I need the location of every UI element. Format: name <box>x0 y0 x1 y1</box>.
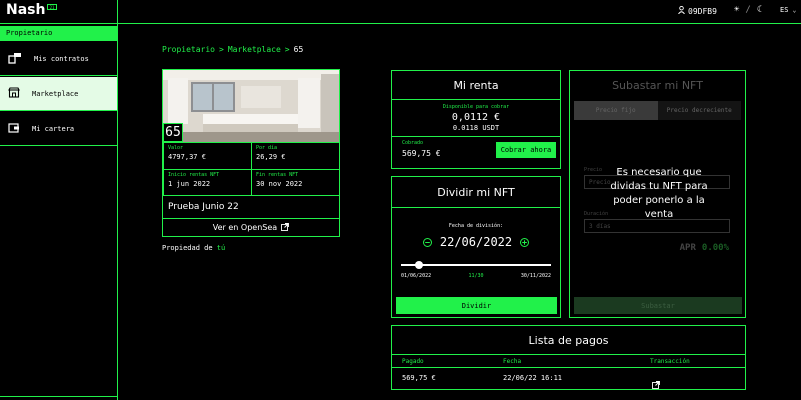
inicio-label: Inicio rentas NFT <box>168 172 220 178</box>
breadcrumb-marketplace[interactable]: Marketplace <box>228 45 281 54</box>
breadcrumb-separator: > <box>218 45 224 54</box>
valor-label: Valor <box>168 145 184 151</box>
decrement-icon[interactable] <box>422 232 432 251</box>
row-fecha: 22/06/22 16:11 <box>503 374 563 382</box>
apr-label: APR <box>679 243 696 253</box>
property-id-badge: 65 <box>163 123 183 142</box>
tab-precio-fijo[interactable]: Precio fijo <box>574 101 658 120</box>
owner-name[interactable]: tú <box>217 244 225 252</box>
theme-toggle[interactable]: ☀ / ☾ <box>734 5 762 15</box>
pagos-title: Lista de pagos <box>392 326 745 355</box>
divider: / <box>745 5 751 15</box>
user-account[interactable]: 09DFB9 <box>678 5 717 16</box>
sidebar-item-label: Mi cartera <box>32 124 75 133</box>
dividir-title: Dividir mi NFT <box>392 177 560 208</box>
cobrar-ahora-button[interactable]: Cobrar ahora <box>496 142 556 158</box>
slider-end: 30/11/2022 <box>520 273 551 279</box>
disponible-label: Disponible para cobrar <box>442 104 510 110</box>
por-dia-label: Por día <box>256 145 278 151</box>
mi-renta-title: Mi renta <box>392 71 560 100</box>
user-icon <box>678 5 685 16</box>
mi-renta-panel: Mi renta Disponible para cobrar 0,0112 €… <box>391 70 561 169</box>
opensea-link[interactable]: Ver en OpenSea <box>163 218 339 236</box>
sidebar-title: Propietario <box>0 26 117 41</box>
external-link-icon <box>281 222 290 233</box>
fin-cell: Fin rentas NFT 30 nov 2022 <box>251 169 340 196</box>
breadcrumb: Propietario > Marketplace > 65 <box>162 45 303 54</box>
contracts-icon <box>8 52 22 66</box>
breadcrumb-propietario[interactable]: Propietario <box>162 45 215 54</box>
col-fecha: Fecha <box>503 358 522 365</box>
slider-mid: 11/30 <box>468 273 484 279</box>
breadcrumb-current: 65 <box>293 45 304 54</box>
language-value: ES <box>780 6 789 14</box>
sidebar-item-label: Mis contratos <box>34 54 89 63</box>
owner-line: Propiedad de tú <box>162 244 225 252</box>
table-row: 569,75 € 22/06/22 16:11 <box>392 368 745 389</box>
subastar-button: Subastar <box>574 297 742 314</box>
fin-label: Fin rentas NFT <box>256 172 299 178</box>
inicio-value: 1 jun 2022 <box>168 180 211 188</box>
app-logo[interactable]: Nash <box>6 2 45 18</box>
subastar-overlay-message: Es necesario que dividas tu NFT para pod… <box>610 167 708 220</box>
sidebar-item-mi-cartera[interactable]: Mi cartera <box>0 112 117 146</box>
property-image <box>163 70 339 142</box>
slider-track <box>401 264 551 266</box>
user-id: 09DFB9 <box>688 6 717 16</box>
sidebar-item-mis-contratos[interactable]: Mis contratos <box>0 42 117 76</box>
por-dia-value: 26,29 € <box>256 153 286 161</box>
moon-icon[interactable]: ☾ <box>757 5 762 15</box>
subastar-panel: Subastar mi NFT Precio fijo Precio decre… <box>569 70 746 318</box>
slider-start: 01/06/2022 <box>401 273 432 279</box>
valor-value: 4797,37 € <box>168 153 206 161</box>
disponible-eur: 0,0112 € <box>451 112 501 123</box>
subastar-title: Subastar mi NFT <box>612 79 703 92</box>
col-transaccion: Transacción <box>650 358 690 365</box>
owner-prefix: Propiedad de <box>162 244 213 252</box>
language-select[interactable]: ES ⌄ <box>780 6 796 14</box>
col-pagado: Pagado <box>402 358 424 365</box>
store-icon <box>8 87 20 100</box>
sidebar-item-label: Marketplace <box>32 89 79 98</box>
chevron-down-icon: ⌄ <box>792 7 797 14</box>
disponible-usdt: 0.0118 USDT <box>452 124 500 132</box>
opensea-label: Ver en OpenSea <box>212 223 278 232</box>
date-slider[interactable] <box>401 261 551 269</box>
fecha-value: 22/06/2022 <box>439 234 513 249</box>
cobrado-label: Cobrado <box>402 140 424 146</box>
sidebar-bottom-divider <box>0 396 117 397</box>
cobrado-value: 569,75 € <box>402 149 441 158</box>
sidebar-item-marketplace[interactable]: Marketplace <box>0 77 117 111</box>
header-divider <box>117 0 118 24</box>
external-link-icon[interactable] <box>652 374 660 393</box>
apr-value: 0.00% <box>701 243 729 253</box>
dividir-button[interactable]: Dividir <box>396 297 557 314</box>
row-pagado: 569,75 € <box>402 374 436 382</box>
inicio-cell: Inicio rentas NFT 1 jun 2022 <box>163 169 252 196</box>
property-name: Prueba Junio 22 <box>168 202 239 212</box>
tab-precio-decreciente[interactable]: Precio decreciente <box>657 101 741 120</box>
increment-icon[interactable] <box>520 232 530 251</box>
fecha-label: Fecha de división: <box>448 223 504 229</box>
pagos-panel: Lista de pagos Pagado Fecha Transacción … <box>391 325 746 390</box>
fin-value: 30 nov 2022 <box>256 180 303 188</box>
por-dia-cell: Por día 26,29 € <box>251 142 340 170</box>
sun-icon[interactable]: ☀ <box>734 5 739 15</box>
breadcrumb-separator: > <box>284 45 290 54</box>
valor-cell: Valor 4797,37 € <box>163 142 252 170</box>
dividir-panel: Dividir mi NFT Fecha de división: 22/06/… <box>391 176 561 318</box>
logo-badge: 21 <box>47 4 57 10</box>
slider-thumb[interactable] <box>415 261 423 269</box>
wallet-icon <box>8 122 20 135</box>
